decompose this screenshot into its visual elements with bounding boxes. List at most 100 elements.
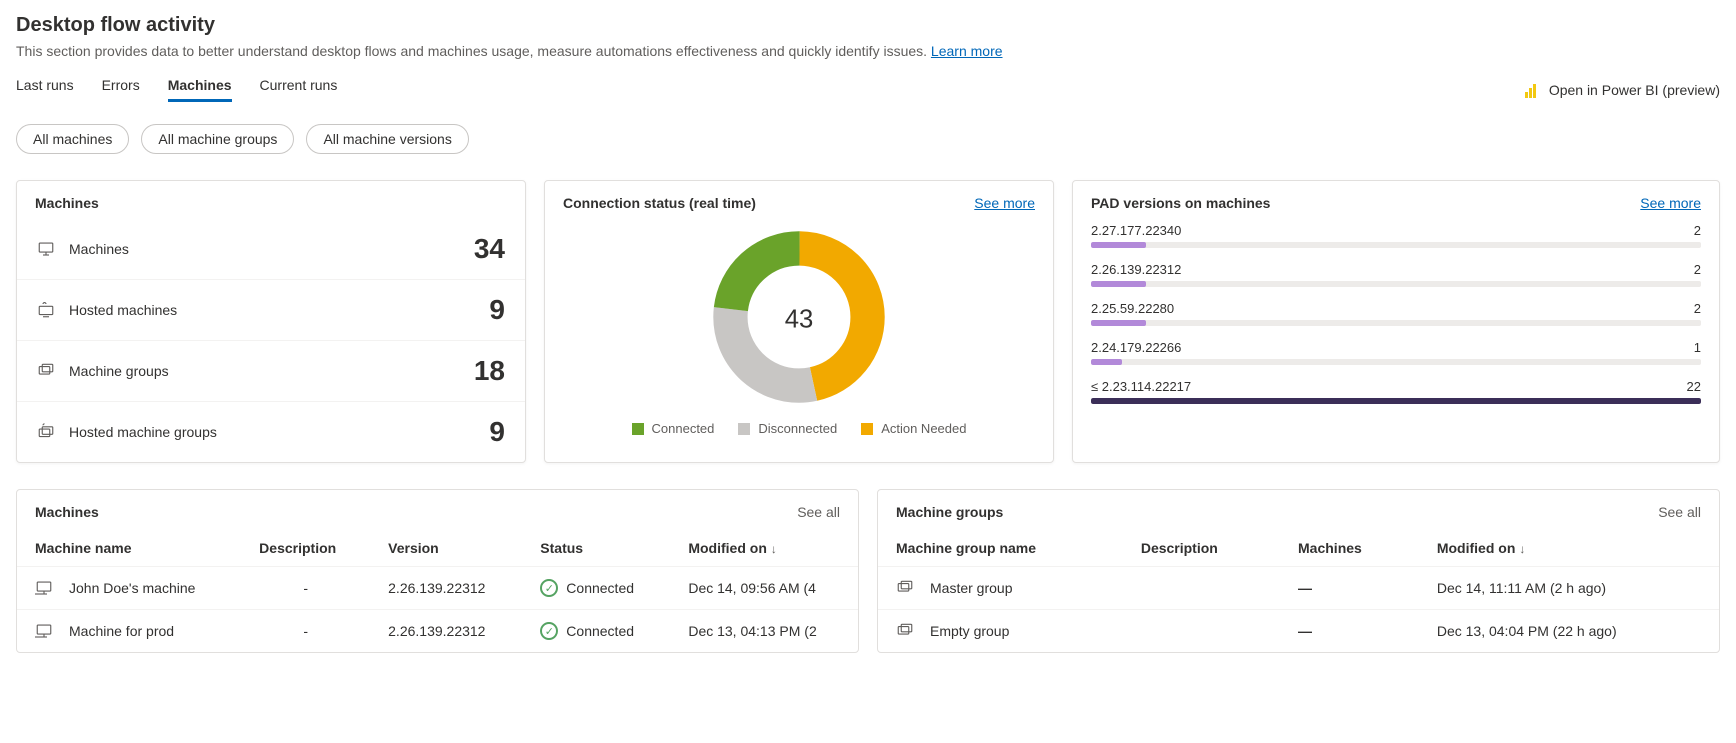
connection-card-title: Connection status (real time) bbox=[563, 195, 756, 211]
pad-version-label: 2.26.139.22312 bbox=[1091, 262, 1181, 277]
pad-version-row[interactable]: ≤ 2.23.114.22217 22 bbox=[1073, 375, 1719, 414]
pad-bar bbox=[1091, 281, 1701, 287]
tab-last-runs[interactable]: Last runs bbox=[16, 77, 74, 102]
pad-version-label: 2.25.59.22280 bbox=[1091, 301, 1174, 316]
col-modified[interactable]: Modified on↓ bbox=[670, 530, 858, 567]
legend-disconnected: Disconnected bbox=[738, 421, 837, 436]
group-name: Master group bbox=[930, 580, 1012, 596]
filter-all-versions[interactable]: All machine versions bbox=[306, 124, 468, 154]
check-circle-icon: ✓ bbox=[540, 622, 558, 640]
machines-table-card: Machines See all Machine name Descriptio… bbox=[16, 489, 859, 653]
metric-label: Machines bbox=[69, 241, 129, 257]
table-row[interactable]: Empty group — Dec 13, 04:04 PM (22 h ago… bbox=[878, 610, 1719, 653]
pad-version-row[interactable]: 2.27.177.22340 2 bbox=[1073, 219, 1719, 258]
group-name: Empty group bbox=[930, 623, 1009, 639]
pad-version-label: 2.27.177.22340 bbox=[1091, 223, 1181, 238]
pad-version-count: 2 bbox=[1694, 262, 1701, 277]
machine-status: Connected bbox=[566, 623, 634, 639]
table-row[interactable]: Master group — Dec 14, 11:11 AM (2 h ago… bbox=[878, 567, 1719, 610]
power-bi-label: Open in Power BI (preview) bbox=[1549, 82, 1720, 98]
pad-bar bbox=[1091, 320, 1701, 326]
groups-table: Machine group name Description Machines … bbox=[878, 530, 1719, 652]
page-title: Desktop flow activity bbox=[16, 14, 1720, 37]
donut-center-value: 43 bbox=[785, 306, 814, 334]
col-group-name[interactable]: Machine group name bbox=[878, 530, 1123, 567]
donut-chart: 43 bbox=[545, 219, 1053, 417]
group-desc bbox=[1123, 610, 1280, 653]
machines-table: Machine name Description Version Status … bbox=[17, 530, 858, 652]
learn-more-link[interactable]: Learn more bbox=[931, 43, 1003, 59]
group-desc bbox=[1123, 567, 1280, 610]
group-modified: Dec 14, 11:11 AM (2 h ago) bbox=[1419, 567, 1719, 610]
legend-connected: Connected bbox=[632, 421, 715, 436]
metric-value: 9 bbox=[489, 416, 505, 448]
table-row[interactable]: Machine for prod - 2.26.139.22312 ✓ Conne… bbox=[17, 610, 858, 653]
pad-version-label: ≤ 2.23.114.22217 bbox=[1091, 379, 1191, 394]
connection-status-card: Connection status (real time) See more 4… bbox=[544, 180, 1054, 463]
filter-chips: All machines All machine groups All mach… bbox=[16, 124, 1720, 154]
tab-errors[interactable]: Errors bbox=[102, 77, 140, 102]
machine-status: Connected bbox=[566, 580, 634, 596]
pad-version-count: 2 bbox=[1694, 223, 1701, 238]
pad-bar bbox=[1091, 242, 1701, 248]
col-group-machines[interactable]: Machines bbox=[1280, 530, 1419, 567]
groups-table-title: Machine groups bbox=[896, 504, 1003, 520]
metric-row-machine-groups[interactable]: Machine groups 18 bbox=[17, 340, 525, 401]
metric-value: 34 bbox=[474, 233, 505, 265]
metric-row-machines[interactable]: Machines 34 bbox=[17, 219, 525, 279]
machine-group-icon bbox=[37, 362, 55, 380]
group-modified: Dec 13, 04:04 PM (22 h ago) bbox=[1419, 610, 1719, 653]
cloud-monitor-icon bbox=[37, 301, 55, 319]
table-row[interactable]: John Doe's machine - 2.26.139.22312 ✓Con… bbox=[17, 567, 858, 610]
col-group-desc[interactable]: Description bbox=[1123, 530, 1280, 567]
machine-name: Machine for prod bbox=[69, 623, 174, 639]
metric-row-hosted-machines[interactable]: Hosted machines 9 bbox=[17, 279, 525, 340]
machine-version: 2.26.139.22312 bbox=[370, 610, 522, 653]
filter-all-machines[interactable]: All machines bbox=[16, 124, 129, 154]
pad-versions-card: PAD versions on machines See more 2.27.1… bbox=[1072, 180, 1720, 463]
tab-machines[interactable]: Machines bbox=[168, 77, 232, 102]
pad-version-count: 22 bbox=[1687, 379, 1701, 394]
metric-label: Hosted machine groups bbox=[69, 424, 217, 440]
group-machines: — bbox=[1280, 567, 1419, 610]
monitor-icon bbox=[37, 240, 55, 258]
machines-see-all-link[interactable]: See all bbox=[797, 504, 840, 520]
donut-legend: Connected Disconnected Action Needed bbox=[545, 417, 1053, 436]
power-bi-icon bbox=[1525, 82, 1541, 98]
tab-current-runs[interactable]: Current runs bbox=[260, 77, 338, 102]
tabs: Last runs Errors Machines Current runs bbox=[16, 77, 337, 102]
pad-version-label: 2.24.179.22266 bbox=[1091, 340, 1181, 355]
open-power-bi-link[interactable]: Open in Power BI (preview) bbox=[1525, 82, 1720, 98]
sort-down-icon: ↓ bbox=[771, 542, 777, 556]
col-ver[interactable]: Version bbox=[370, 530, 522, 567]
connection-see-more-link[interactable]: See more bbox=[974, 195, 1035, 211]
monitor-icon bbox=[35, 579, 53, 597]
groups-see-all-link[interactable]: See all bbox=[1658, 504, 1701, 520]
pad-bar bbox=[1091, 359, 1701, 365]
machine-version: 2.26.139.22312 bbox=[370, 567, 522, 610]
pad-version-row[interactable]: 2.26.139.22312 2 bbox=[1073, 258, 1719, 297]
col-name[interactable]: Machine name bbox=[17, 530, 241, 567]
metric-row-hosted-groups[interactable]: Hosted machine groups 9 bbox=[17, 401, 525, 462]
col-group-modified[interactable]: Modified on↓ bbox=[1419, 530, 1719, 567]
col-status[interactable]: Status bbox=[522, 530, 670, 567]
legend-action: Action Needed bbox=[861, 421, 966, 436]
group-machines: — bbox=[1280, 610, 1419, 653]
pad-version-count: 1 bbox=[1694, 340, 1701, 355]
pad-version-row[interactable]: 2.25.59.22280 2 bbox=[1073, 297, 1719, 336]
hosted-group-icon bbox=[37, 423, 55, 441]
groups-table-card: Machine groups See all Machine group nam… bbox=[877, 489, 1720, 653]
pad-card-title: PAD versions on machines bbox=[1091, 195, 1270, 211]
machines-metrics-card: Machines Machines 34 Hosted machines 9 bbox=[16, 180, 526, 463]
pad-version-row[interactable]: 2.24.179.22266 1 bbox=[1073, 336, 1719, 375]
filter-all-groups[interactable]: All machine groups bbox=[141, 124, 294, 154]
col-desc[interactable]: Description bbox=[241, 530, 370, 567]
machine-desc: - bbox=[241, 567, 370, 610]
machine-desc: - bbox=[241, 610, 370, 653]
pad-version-count: 2 bbox=[1694, 301, 1701, 316]
machines-card-title: Machines bbox=[35, 195, 99, 211]
pad-see-more-link[interactable]: See more bbox=[1640, 195, 1701, 211]
sort-down-icon: ↓ bbox=[1519, 542, 1525, 556]
metric-label: Hosted machines bbox=[69, 302, 177, 318]
monitor-icon bbox=[35, 622, 53, 640]
